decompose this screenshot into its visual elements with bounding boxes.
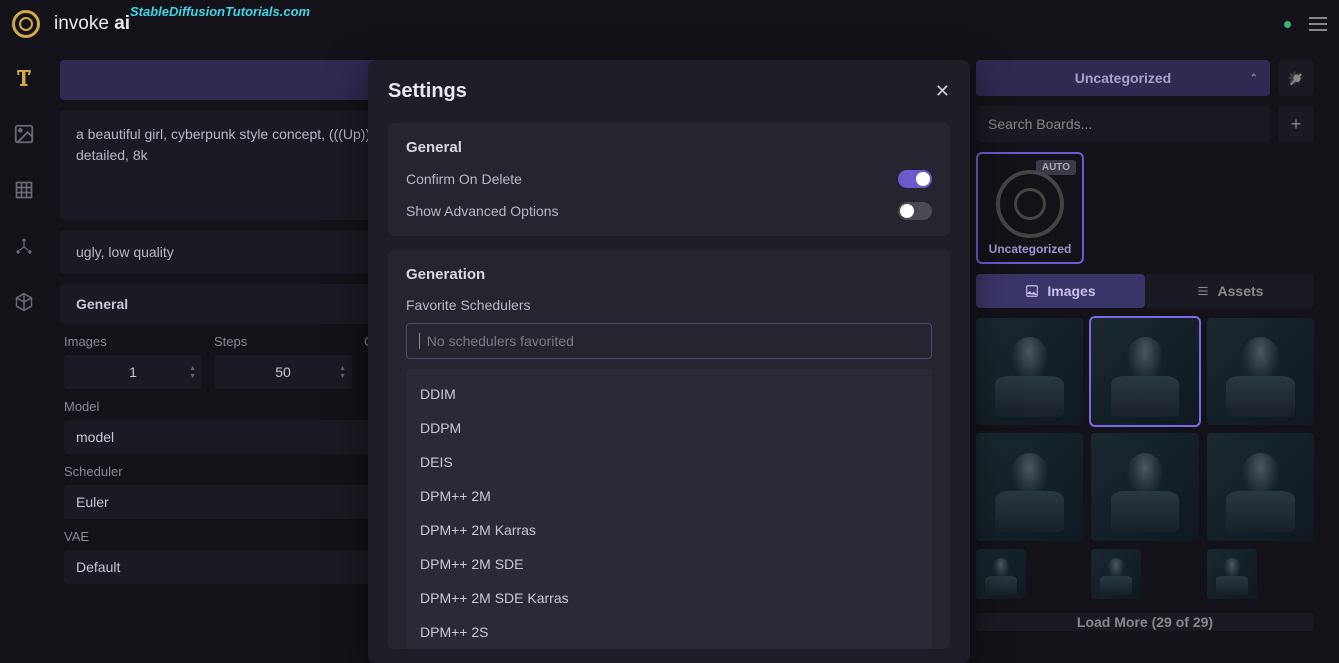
modal-title: Settings	[388, 80, 467, 103]
scheduler-option[interactable]: DPM++ 2M SDE Karras	[406, 581, 932, 615]
fav-schedulers-label: Favorite Schedulers	[406, 297, 932, 313]
scheduler-option[interactable]: DDPM	[406, 411, 932, 445]
scheduler-option[interactable]: DPM++ 2M Karras	[406, 513, 932, 547]
show-advanced-label: Show Advanced Options	[406, 203, 559, 219]
fav-schedulers-input[interactable]: No schedulers favorited	[406, 323, 932, 359]
generation-heading: Generation	[406, 266, 932, 283]
scheduler-option[interactable]: DDIM	[406, 377, 932, 411]
scheduler-option[interactable]: DPM++ 2S	[406, 615, 932, 649]
scheduler-option[interactable]: DPM++ 2M	[406, 479, 932, 513]
settings-modal: Settings ✕ General Confirm On Delete Sho…	[368, 60, 970, 663]
close-icon[interactable]: ✕	[935, 81, 950, 102]
scheduler-option[interactable]: DEIS	[406, 445, 932, 479]
confirm-delete-label: Confirm On Delete	[406, 171, 522, 187]
schedulers-dropdown: DDIM DDPM DEIS DPM++ 2M DPM++ 2M Karras …	[406, 369, 932, 649]
show-advanced-toggle[interactable]	[898, 202, 932, 220]
confirm-delete-toggle[interactable]	[898, 170, 932, 188]
scheduler-option[interactable]: DPM++ 2M SDE	[406, 547, 932, 581]
general-heading: General	[406, 139, 932, 156]
watermark: StableDiffusionTutorials.com	[130, 4, 310, 19]
